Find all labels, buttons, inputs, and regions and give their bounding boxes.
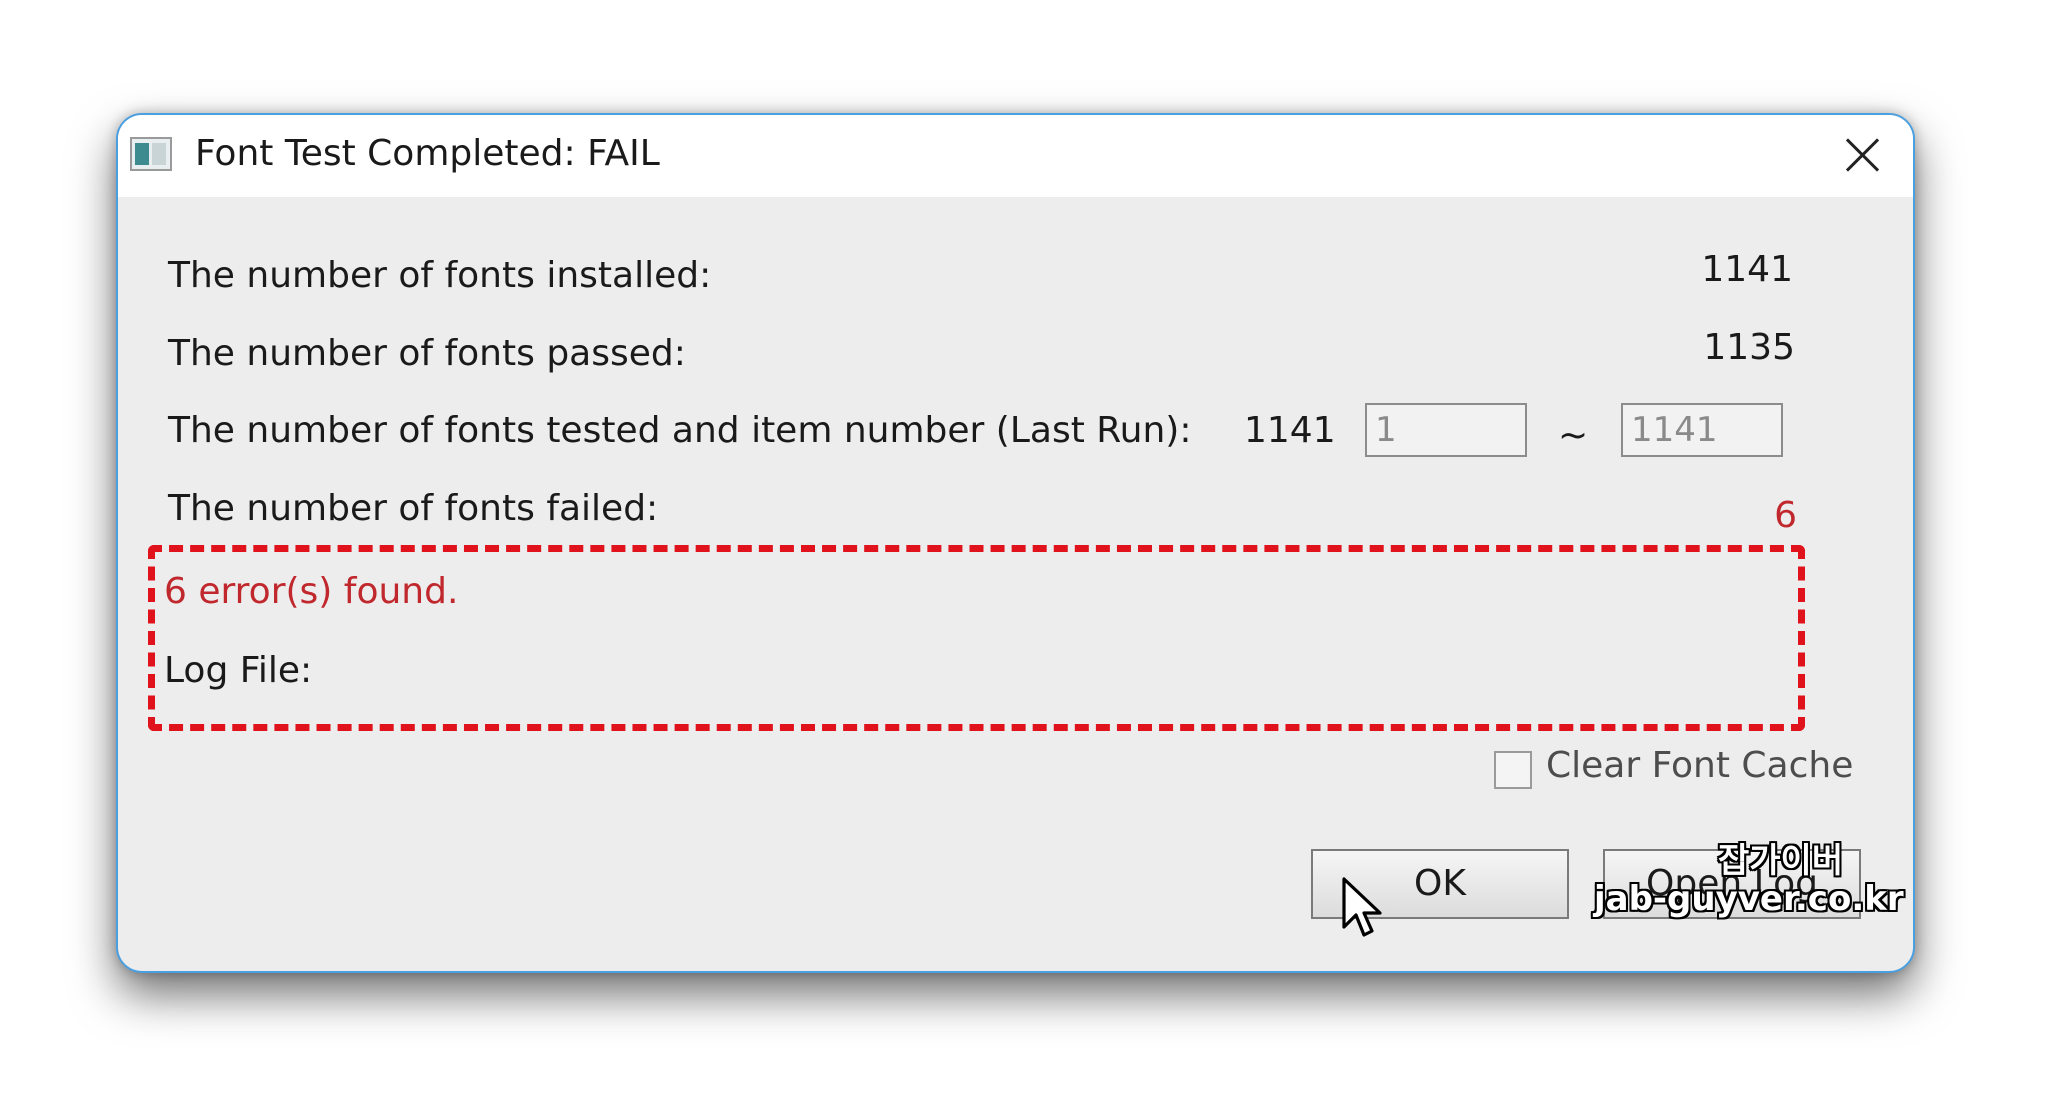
watermark-korean: 잡가이버 [1718,841,1844,881]
screenshot-stage: Font Test Completed: FAIL The number of … [0,0,2056,1115]
error-message: 6 error(s) found. [164,571,459,612]
window-title: Font Test Completed: FAIL [195,133,660,174]
fonts-failed-label: The number of fonts failed: [168,488,659,529]
fonts-failed-value: 6 [1774,495,1797,536]
clear-font-cache-label[interactable]: Clear Font Cache [1546,745,1853,786]
fonts-installed-label: The number of fonts installed: [168,255,712,296]
fonts-installed-value: 1141 [1701,249,1793,290]
font-test-dialog: Font Test Completed: FAIL The number of … [116,113,1915,973]
close-icon[interactable] [1837,129,1889,181]
fonts-passed-value: 1135 [1703,327,1795,368]
fonts-tested-label: The number of fonts tested and item numb… [168,410,1192,451]
title-bar[interactable]: Font Test Completed: FAIL [118,115,1913,197]
range-separator: ~ [1558,415,1589,456]
clear-font-cache-checkbox[interactable] [1494,751,1532,789]
fonts-passed-label: The number of fonts passed: [168,333,686,374]
app-window-icon [130,137,172,171]
range-from-field[interactable] [1365,403,1527,457]
log-file-label: Log File: [164,650,313,691]
mouse-cursor-icon [1342,877,1382,937]
range-to-field[interactable] [1621,403,1783,457]
fonts-tested-value: 1141 [1244,410,1336,451]
watermark-site: jab-guyver.co.kr [1594,879,1904,919]
